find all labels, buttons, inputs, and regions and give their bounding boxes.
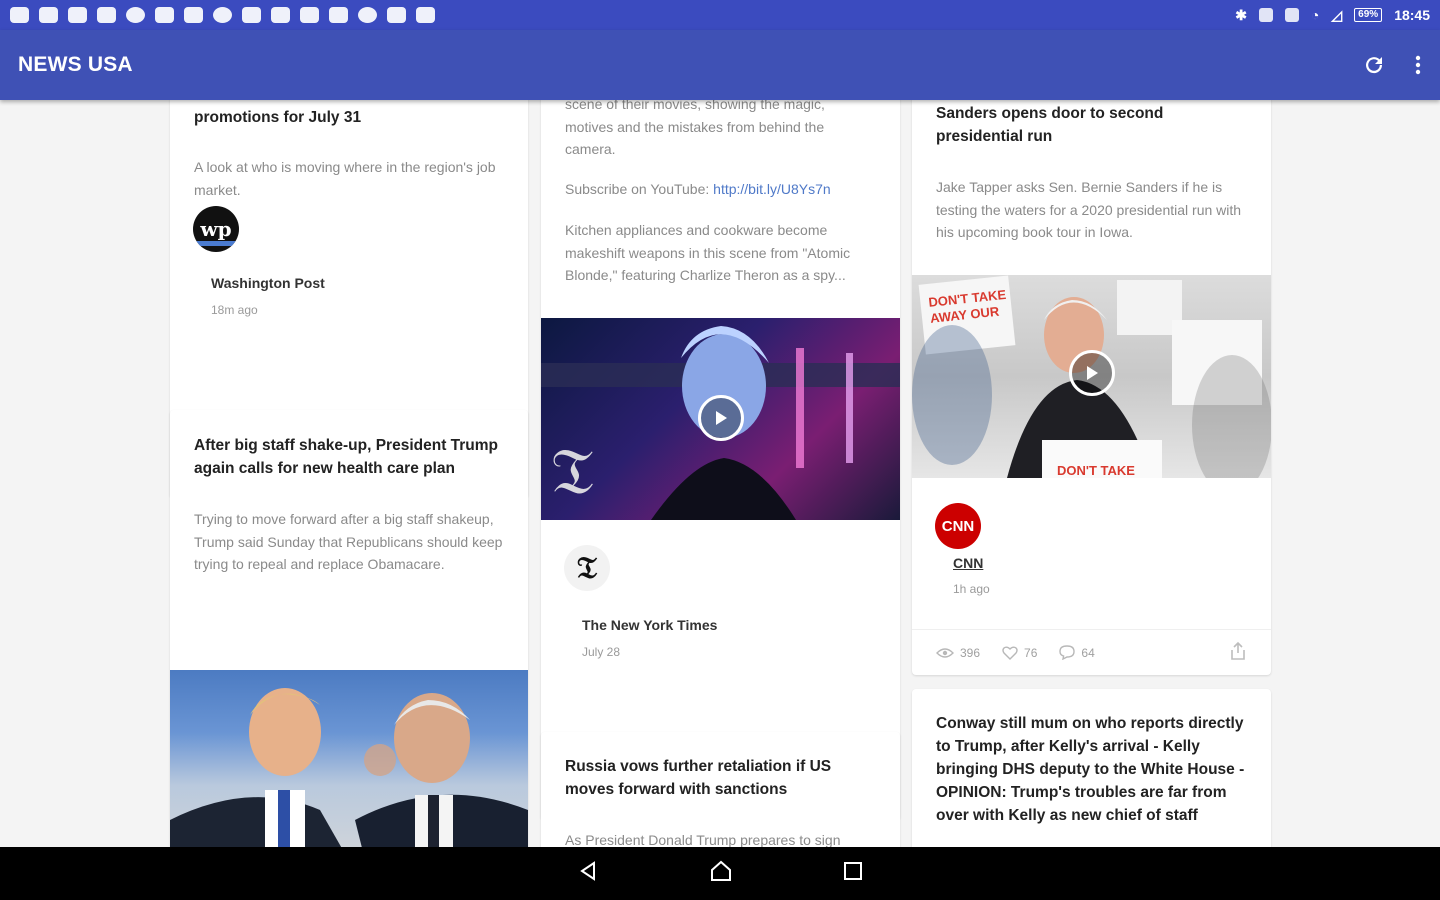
bluetooth-icon: ✱ [1235,6,1247,23]
timestamp: 18m ago [211,303,258,317]
comment-icon[interactable] [1059,645,1076,660]
card-title[interactable]: Conway still mum on who reports directly… [936,712,1254,827]
source-logo[interactable]: 𝔗 [564,545,610,591]
system-status: ✱ ◔ ◿ 69% 18:45 [1235,7,1430,24]
video-thumbnail[interactable]: DON'T TAKE AWAY OUR DON'T TAKE [912,275,1271,478]
news-feed[interactable]: promotions for July 31 A look at who is … [0,100,1440,847]
notification-icon [271,7,290,23]
notification-icon [184,7,203,23]
heart-icon[interactable] [1002,646,1018,660]
youtube-link[interactable]: http://bit.ly/U8Ys7n [713,181,831,197]
eye-icon [936,647,954,658]
news-card-new-york-times[interactable]: scene of their movies, showing the magic… [541,100,900,820]
source-name[interactable]: Washington Post [211,275,325,291]
signal-icon: ◿ [1331,6,1343,23]
card-title[interactable]: Sanders opens door to second presidentia… [936,102,1251,148]
card-description: As President Donald Trump prepares to si… [565,832,841,847]
trump-kelly-photo [170,688,528,847]
more-options-icon[interactable] [1414,53,1422,77]
notification-icon [10,7,29,23]
refresh-icon[interactable] [1362,53,1386,77]
news-card-cnn-sanders[interactable]: Sanders opens door to second presidentia… [912,100,1271,675]
source-name[interactable]: The New York Times [582,617,717,633]
navigation-bar [0,847,1440,900]
notification-icons [10,7,435,23]
news-card-russia-sanctions[interactable]: Russia vows further retaliation if US mo… [541,732,900,847]
card-title[interactable]: Russia vows further retaliation if US mo… [565,755,883,801]
notification-icon [213,7,232,23]
wifi-icon: ◔ [1310,7,1320,23]
share-icon[interactable] [1229,641,1247,664]
article-image[interactable] [170,670,528,847]
card-title[interactable]: promotions for July 31 [194,106,504,129]
card-description: scene of their movies, showing the magic… [565,100,825,157]
notification-icon [358,7,377,23]
play-icon[interactable] [698,395,744,441]
timestamp: 1h ago [953,582,990,596]
notification-icon [97,7,116,23]
card-description: Trying to move forward after a big staff… [194,511,503,572]
recents-icon[interactable] [843,861,863,886]
back-icon[interactable] [577,860,599,887]
app-title: NEWS USA [18,53,133,76]
notification-icon [126,7,145,23]
svg-text:𝔗: 𝔗 [551,435,593,509]
source-name-label[interactable]: CNN [953,555,983,571]
app-bar: NEWS USA [0,30,1440,100]
notification-icon [329,7,348,23]
source-logo[interactable]: wp [193,206,239,252]
svg-text:DON'T TAKE: DON'T TAKE [1057,463,1135,478]
timestamp: July 28 [582,645,621,659]
notification-icon [416,7,435,23]
views-stat: 396 [936,646,980,660]
clock: 18:45 [1394,7,1430,23]
video-thumbnail[interactable]: 𝔗 [541,318,900,520]
notification-icon [155,7,174,23]
subscribe-line: Subscribe on YouTube: http://bit.ly/U8Ys… [565,181,831,197]
card-description-2: Kitchen appliances and cookware become m… [565,222,851,283]
card-footer: 396 76 64 [912,629,1271,675]
card-title[interactable]: After big staff shake-up, President Trum… [194,434,504,480]
card-description: Jake Tapper asks Sen. Bernie Sanders if … [936,179,1242,240]
news-card-trump-health-care[interactable]: After big staff shake-up, President Trum… [170,410,528,847]
likes-stat[interactable]: 76 [1002,646,1037,660]
home-icon[interactable] [709,859,733,888]
notification-icon [387,7,406,23]
source-logo[interactable]: CNN [935,503,981,549]
nfc-icon [1258,8,1273,22]
battery-icon: 69% [1354,8,1383,22]
news-card-conway-kelly[interactable]: Conway still mum on who reports directly… [912,689,1271,847]
comments-stat[interactable]: 64 [1059,645,1095,660]
play-icon[interactable] [1069,350,1115,396]
notification-icon [39,7,58,23]
card-description: A look at who is moving where in the reg… [194,159,496,198]
notification-icon [300,7,319,23]
notification-icon [68,7,87,23]
status-bar: ✱ ◔ ◿ 69% 18:45 [0,0,1440,30]
notification-icon [242,7,261,23]
sim-icon [1284,8,1299,22]
